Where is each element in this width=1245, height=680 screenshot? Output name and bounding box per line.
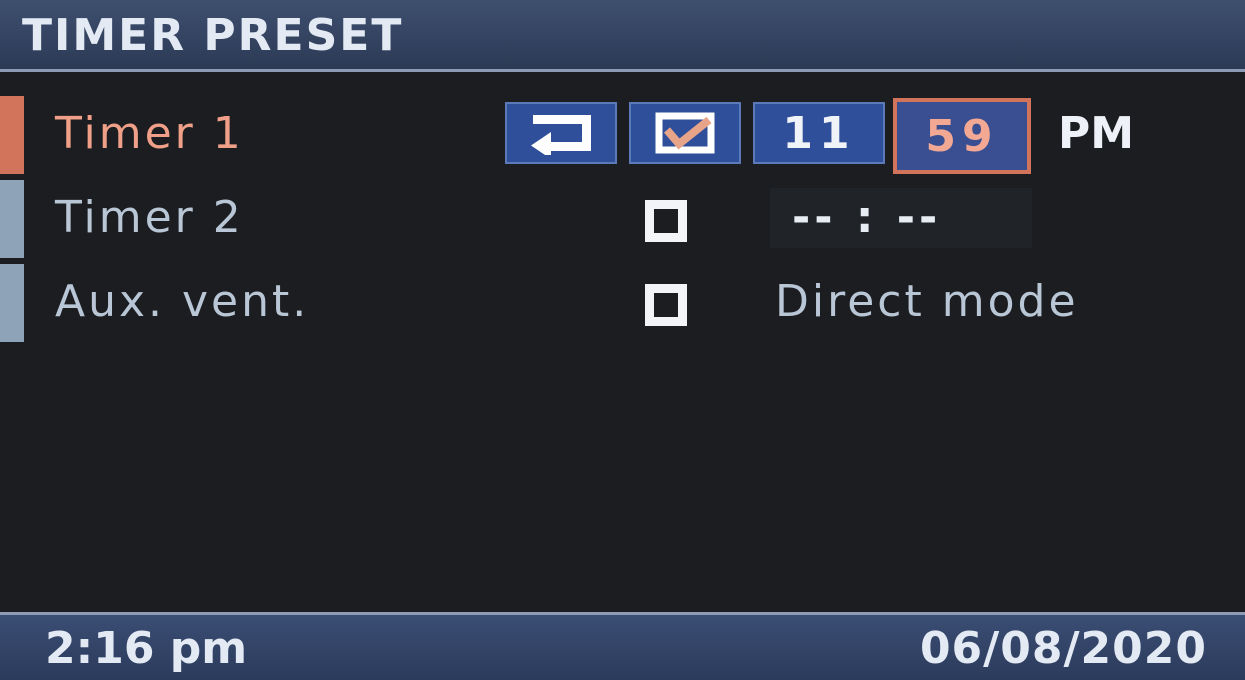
- clock-date: 06/08/2020: [919, 623, 1207, 674]
- hour-value: 11: [782, 107, 856, 159]
- aux-vent-row[interactable]: Aux. vent. Direct mode: [0, 264, 1245, 344]
- status-bar: 2:16 pm 06/08/2020: [0, 612, 1245, 680]
- back-arrow-icon: [531, 115, 591, 155]
- aux-vent-checkbox[interactable]: [645, 284, 687, 326]
- timer-1-enable-checkbox[interactable]: [629, 102, 741, 164]
- minute-value: 59: [925, 110, 999, 162]
- am-pm-indicator[interactable]: PM: [1058, 106, 1134, 162]
- direct-mode-option[interactable]: Direct mode: [775, 274, 1079, 330]
- clock-time: 2:16 pm: [45, 623, 248, 674]
- hour-field[interactable]: 11: [753, 102, 885, 164]
- timer-2-checkbox[interactable]: [645, 200, 687, 242]
- row-marker: [0, 264, 24, 342]
- row-selection-marker: [0, 96, 24, 174]
- row-marker: [0, 180, 24, 258]
- timer-1-label: Timer 1: [55, 108, 244, 159]
- timer-1-row[interactable]: Timer 1 11 59 PM: [0, 96, 1245, 176]
- timer-2-label: Timer 2: [55, 192, 244, 243]
- minute-field[interactable]: 59: [893, 98, 1031, 174]
- checked-box-icon: [655, 112, 715, 154]
- timer-2-row[interactable]: Timer 2 -- : --: [0, 180, 1245, 260]
- header-bar: TIMER PRESET: [0, 0, 1245, 72]
- timer-preset-screen: TIMER PRESET Timer 1 11 59 PM Timer 2 --…: [0, 0, 1245, 680]
- aux-vent-label: Aux. vent.: [55, 276, 310, 327]
- back-button[interactable]: [505, 102, 617, 164]
- timer-2-time[interactable]: -- : --: [770, 188, 1032, 248]
- page-title: TIMER PRESET: [22, 10, 404, 61]
